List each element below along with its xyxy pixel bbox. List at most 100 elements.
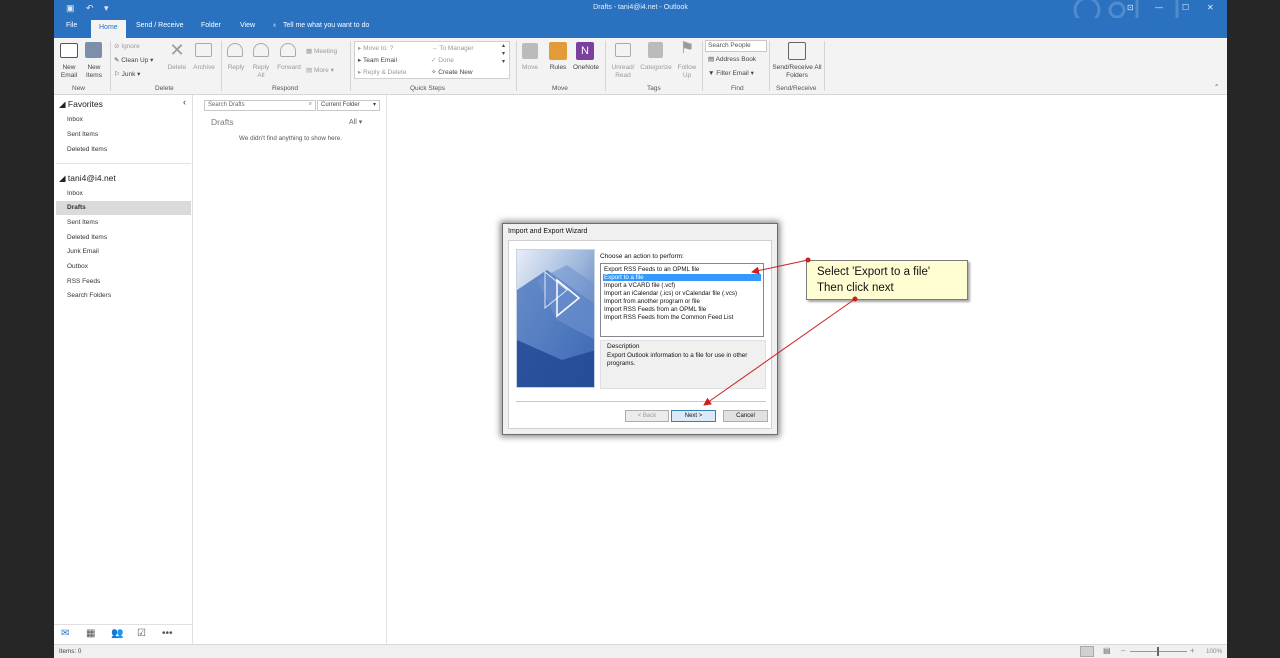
people-icon[interactable]: 👥 (111, 628, 123, 639)
more-nav-icon[interactable]: ••• (162, 628, 173, 639)
action-import-icalendar[interactable]: Import an iCalendar (.ics) or vCalendar … (603, 290, 738, 297)
categorize-button[interactable]: Categorize (638, 64, 674, 72)
quick-step-team-email[interactable]: ▸ Team Email (358, 57, 397, 65)
folder-pane: ◢ Favorites ‹ Inbox Sent Items Deleted I… (54, 95, 193, 644)
filter-dropdown[interactable]: All ▾ (349, 118, 362, 126)
junk-button[interactable]: ⚐ Junk ▾ (114, 71, 140, 79)
action-export-rss-opml[interactable]: Export RSS Feeds to an OPML file (603, 266, 700, 273)
quick-step-create-new[interactable]: ✧ Create New (431, 69, 473, 77)
zoom-out-icon[interactable]: – (1121, 646, 1125, 655)
rules-button[interactable]: Rules (546, 64, 570, 72)
quick-steps-scroll-icon[interactable]: ▴ ▾ ▾ (502, 42, 505, 66)
cancel-button[interactable]: Cancel (723, 410, 768, 422)
quick-step-reply-delete[interactable]: ▸ Reply & Delete (358, 69, 406, 77)
clean-up-button[interactable]: ✎ Clean Up ▾ (114, 57, 153, 65)
move-button[interactable]: Move (518, 64, 542, 72)
delete-button[interactable]: Delete (164, 64, 190, 72)
search-drafts-input[interactable]: Search Drafts ⌕ (204, 100, 316, 111)
envelope-icon (615, 43, 631, 57)
quick-step-move-to[interactable]: ▸ Move to: ? (358, 45, 393, 53)
meeting-button[interactable]: ▦ Meeting (306, 48, 337, 56)
collapse-ribbon-icon[interactable]: ⌃ (1214, 84, 1219, 92)
quick-step-done-label: Done (438, 57, 454, 64)
action-import-rss-opml[interactable]: Import RSS Feeds from an OPML file (603, 306, 707, 313)
tab-send-receive[interactable]: Send / Receive (136, 22, 183, 29)
quick-step-create-new-label: Create New (438, 69, 473, 76)
action-listbox[interactable]: Export RSS Feeds to an OPML file Export … (600, 263, 764, 337)
reading-view-icon[interactable]: ▤ (1103, 646, 1111, 655)
filter-email-label: Filter Email (716, 70, 749, 77)
archive-icon (195, 43, 212, 57)
next-button[interactable]: Next > (671, 410, 716, 422)
more-button[interactable]: ▤ More ▾ (306, 67, 334, 75)
group-respond-label: Respond (272, 85, 299, 92)
search-scope-dropdown[interactable]: Current Folder ▾ (317, 100, 380, 111)
ignore-label: Ignore (121, 43, 140, 50)
calendar-icon[interactable]: ▦ (86, 628, 95, 639)
clean-up-label: Clean Up (121, 57, 149, 64)
send-receive-all-button[interactable]: Send/Receive All Folders (772, 64, 822, 80)
tasks-icon[interactable]: ☑ (137, 628, 146, 639)
address-book-icon: ▤ (708, 56, 716, 63)
normal-view-icon[interactable] (1080, 646, 1094, 657)
folder-junk-email[interactable]: Junk Email (67, 248, 99, 255)
group-delete-label: Delete (155, 85, 174, 92)
quick-step-team-email-label: Team Email (362, 57, 397, 64)
minimize-icon[interactable]: — (1155, 3, 1163, 12)
archive-button[interactable]: Archive (190, 64, 218, 72)
follow-up-button[interactable]: Follow Up (675, 64, 699, 80)
ignore-button[interactable]: ⊘ Ignore (114, 43, 140, 51)
action-import-other-program[interactable]: Import from another program or file (603, 298, 701, 305)
quick-step-move-to-label: Move to: ? (363, 45, 394, 52)
unread-read-button[interactable]: Unread/ Read (607, 64, 639, 80)
lightbulb-icon: ♁ (272, 22, 278, 29)
tab-file[interactable]: File (66, 22, 77, 29)
tab-view[interactable]: View (240, 22, 255, 29)
reply-button[interactable]: Reply (224, 64, 248, 72)
new-email-button[interactable]: New Email (56, 64, 82, 80)
folder-search-folders[interactable]: Search Folders (67, 292, 111, 299)
folder-deleted-items[interactable]: Deleted Items (67, 234, 107, 241)
quick-step-done[interactable]: ✓ Done (431, 57, 454, 65)
favorite-sent-items[interactable]: Sent Items (67, 131, 98, 138)
folder-title: Drafts (211, 117, 234, 127)
zoom-slider-thumb[interactable] (1157, 647, 1159, 656)
wizard-banner-image (516, 249, 595, 388)
folder-inbox[interactable]: Inbox (67, 190, 83, 197)
folder-drafts[interactable]: Drafts (56, 201, 191, 215)
reply-all-button[interactable]: Reply All (250, 64, 272, 80)
folder-outbox[interactable]: Outbox (67, 263, 88, 270)
action-export-to-file[interactable]: Export to a file (603, 274, 761, 281)
onenote-button[interactable]: OneNote (570, 64, 602, 72)
folder-sent-items[interactable]: Sent Items (67, 219, 98, 226)
new-items-icon (85, 42, 102, 58)
back-button[interactable]: < Back (625, 410, 669, 422)
restore-ribbon-icon[interactable]: ⊡ (1127, 3, 1134, 12)
search-people-input[interactable]: Search People (705, 40, 767, 52)
close-icon[interactable]: ✕ (1207, 3, 1214, 12)
collapse-pane-icon[interactable]: ‹ (183, 97, 186, 107)
forward-button[interactable]: Forward (275, 64, 303, 72)
action-import-vcard[interactable]: Import a VCARD file (.vcf) (603, 282, 676, 289)
new-items-button[interactable]: New Items (81, 64, 107, 80)
maximize-icon[interactable]: ☐ (1182, 3, 1189, 12)
mail-icon[interactable]: ✉ (61, 628, 69, 639)
account-header[interactable]: ◢ tani4@i4.net (59, 173, 116, 184)
tab-folder[interactable]: Folder (201, 22, 221, 29)
favorites-header[interactable]: ◢ Favorites (59, 99, 103, 110)
group-quick-steps-label: Quick Steps (410, 85, 446, 92)
address-book-button[interactable]: ▤ Address Book (708, 56, 756, 64)
action-import-rss-common[interactable]: Import RSS Feeds from the Common Feed Li… (603, 314, 734, 321)
quick-step-to-manager[interactable]: → To Manager (431, 45, 474, 53)
folder-rss-feeds[interactable]: RSS Feeds (67, 278, 100, 285)
filter-value: All (349, 119, 357, 126)
tell-me-box[interactable]: Tell me what you want to do (283, 22, 369, 29)
zoom-level[interactable]: 100% (1206, 648, 1222, 655)
favorite-inbox[interactable]: Inbox (67, 116, 83, 123)
flag-icon: ⚑ (679, 40, 695, 57)
favorite-deleted-items[interactable]: Deleted Items (67, 146, 107, 153)
quick-steps-gallery: ▸ Move to: ? ▸ Team Email ▸ Reply & Dele… (354, 41, 510, 79)
tab-home[interactable]: Home (91, 20, 126, 38)
zoom-in-icon[interactable]: + (1190, 646, 1195, 655)
filter-email-button[interactable]: ▼ Filter Email ▾ (708, 70, 754, 78)
